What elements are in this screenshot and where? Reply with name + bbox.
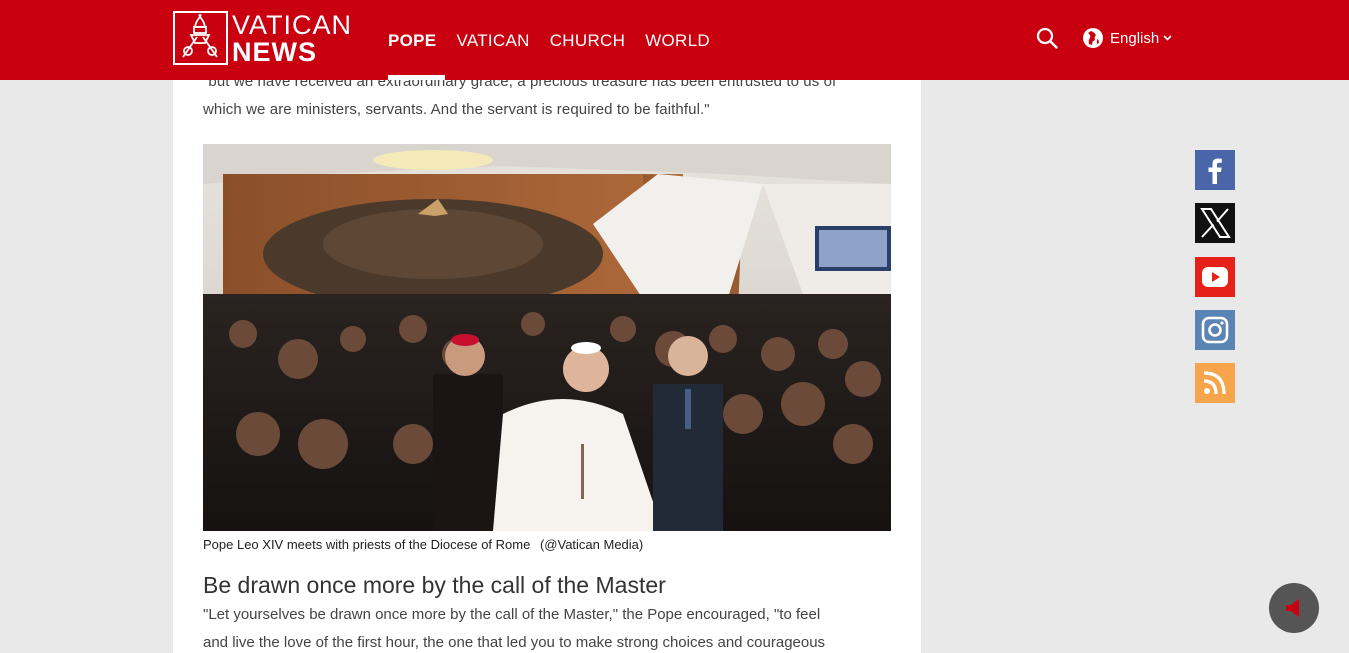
- language-selector[interactable]: English: [1082, 27, 1172, 49]
- speaker-icon: [1286, 599, 1299, 617]
- photo-credit: (@Vatican Media): [539, 537, 644, 552]
- papal-emblem-icon: [173, 11, 228, 65]
- x-icon: [1200, 208, 1231, 238]
- caption-text: Pope Leo XIV meets with priests of the D…: [203, 537, 531, 552]
- active-tab-indicator: [388, 75, 445, 80]
- site-header: VATICAN NEWS POPE VATICAN CHURCH WORLD E…: [0, 0, 1349, 80]
- paragraph-text: and live the love of the first hour, the…: [203, 634, 826, 651]
- vatican-news-logo[interactable]: VATICAN NEWS: [173, 10, 353, 67]
- youtube-icon: [1202, 267, 1228, 287]
- search-button[interactable]: [1036, 27, 1058, 49]
- quote-text: which we are ministers, servants. And th…: [203, 101, 710, 118]
- globe-icon: [1083, 28, 1103, 48]
- chevron-down-icon: [1163, 35, 1172, 41]
- facebook-icon: [1208, 158, 1222, 184]
- x-link[interactable]: [1195, 203, 1235, 243]
- instagram-link[interactable]: [1195, 310, 1235, 350]
- nav-vatican[interactable]: VATICAN: [456, 31, 529, 51]
- nav-pope[interactable]: POPE: [388, 31, 436, 51]
- logo-text-bottom: NEWS: [232, 37, 317, 67]
- rss-link[interactable]: [1195, 363, 1235, 403]
- youtube-link[interactable]: [1195, 257, 1235, 297]
- language-label: English: [1110, 29, 1160, 47]
- facebook-link[interactable]: [1195, 150, 1235, 190]
- logo-text-top: VATICAN: [232, 10, 353, 40]
- listen-button[interactable]: [1269, 583, 1319, 633]
- article-photo[interactable]: [203, 144, 891, 531]
- nav-world[interactable]: WORLD: [645, 31, 710, 51]
- nav-church[interactable]: CHURCH: [550, 31, 625, 51]
- rss-icon: [1203, 371, 1226, 395]
- search-icon: [1036, 27, 1058, 49]
- instagram-icon: [1201, 316, 1229, 344]
- photo-caption: Pope Leo XIV meets with priests of the D…: [203, 537, 643, 552]
- main-nav: POPE VATICAN CHURCH WORLD: [388, 31, 710, 51]
- paragraph-text: "Let yourselves be drawn once more by th…: [203, 606, 821, 623]
- article-card: "but we have received an extraordinary g…: [173, 0, 921, 653]
- section-heading: Be drawn once more by the call of the Ma…: [203, 572, 666, 598]
